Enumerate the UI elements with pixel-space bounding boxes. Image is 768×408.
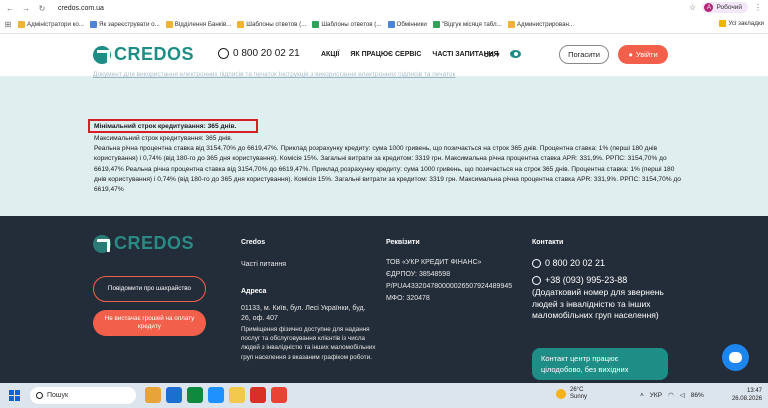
- chat-bubble-icon[interactable]: [722, 344, 749, 371]
- star-icon[interactable]: ☆: [688, 3, 696, 12]
- avatar: А: [704, 3, 714, 12]
- forward-icon[interactable]: →: [22, 4, 30, 13]
- system-tray: ˄ УКР ◠ ◁ 86%: [640, 391, 704, 400]
- terms-text: Максимальний строк кредитування: 365 дні…: [94, 134, 684, 195]
- weather-widget[interactable]: 26°C Sunny: [556, 387, 587, 401]
- menu-item-promotions[interactable]: АКЦІЇ: [321, 51, 339, 58]
- chevron-down-icon: ▾: [495, 52, 500, 59]
- bookmark-icon: [237, 21, 245, 28]
- terms-paragraph: Реальна річна процентна ставка від 3154,…: [94, 145, 681, 194]
- bookmark-item[interactable]: Шаблоны ответов (...: [312, 21, 382, 28]
- bookmark-item[interactable]: Адміністратори ко...: [18, 21, 84, 28]
- bookmark-icon: [432, 21, 440, 28]
- address-bar[interactable]: credos.com.ua: [58, 5, 104, 12]
- language-select[interactable]: UA ▾: [484, 51, 499, 59]
- folder-icon[interactable]: [229, 387, 245, 403]
- logo-icon: [93, 234, 111, 253]
- language-indicator[interactable]: УКР: [650, 392, 662, 399]
- contacts-title: Контакти: [532, 239, 564, 246]
- account-number: Р/РUA433204780000026507924489945: [386, 283, 513, 290]
- windows-start-icon[interactable]: [9, 390, 20, 401]
- sun-icon: [556, 389, 566, 399]
- volume-icon[interactable]: ◁: [680, 391, 685, 399]
- browser-toolbar: ← → ↻ credos.com.ua ☆ А Робочий ⋮: [0, 0, 768, 16]
- bookmark-icon: [90, 21, 98, 28]
- footer-col-requisites: Реквізити ТОВ «УКР КРЕДИТ ФІНАНС» ЄДРПОУ…: [386, 238, 521, 304]
- phone-icon: [532, 258, 541, 268]
- address-title: Адреса: [241, 288, 267, 295]
- edge-icon[interactable]: [187, 387, 203, 403]
- pay-button[interactable]: Погасити: [559, 45, 609, 64]
- bookmark-icon: [18, 21, 25, 28]
- taskbar-search[interactable]: Пошук: [30, 387, 136, 404]
- user-icon: ●: [628, 50, 633, 59]
- address-text: 01133, м. Київ, бул. Лесі Українки, буд.…: [241, 305, 366, 322]
- max-term-text: Максимальний строк кредитування: 365 дні…: [94, 135, 233, 142]
- document-links[interactable]: Документ для використання електронних пі…: [93, 71, 455, 78]
- whatsapp-icon: [532, 275, 541, 285]
- min-term-text: Мінімальний строк кредитування: 365 днів…: [94, 123, 237, 130]
- bookmark-item[interactable]: Відділення Банків...: [165, 21, 231, 28]
- reload-icon[interactable]: ↻: [38, 4, 46, 13]
- bookmark-item[interactable]: Як зареєструвати о...: [90, 21, 160, 28]
- edrpou: ЄДРПОУ: 38548598: [386, 271, 451, 278]
- bookmark-icon: [312, 21, 320, 28]
- site-logo[interactable]: CREDOS: [93, 44, 194, 65]
- not-enough-money-button[interactable]: Не вистачає грошей на оплату кредиту: [93, 310, 206, 336]
- faq-link[interactable]: Часті питання: [241, 260, 371, 270]
- address-note: Приміщення фізично доступне для надання …: [241, 326, 376, 361]
- bookmark-icon: [387, 21, 395, 28]
- bookmark-icon: [165, 21, 173, 28]
- support-badge: Контакт центр працює цілодобово, без вих…: [532, 348, 668, 380]
- footer-col-credos: Credos Часті питання Адреса 01133, м. Ки…: [241, 238, 376, 362]
- bookmark-icon: [507, 21, 515, 28]
- logo-icon: [93, 45, 111, 64]
- apps-grid-icon[interactable]: ⊞: [4, 20, 12, 29]
- all-bookmarks[interactable]: Усі закладки: [719, 20, 764, 27]
- task-view-icon[interactable]: [166, 387, 182, 403]
- contact-phone[interactable]: 0 800 20 02 21: [532, 257, 672, 269]
- profile-chip[interactable]: А Робочий: [702, 2, 748, 13]
- contact-note: (Додатковий номер для звернень людей з і…: [532, 287, 664, 320]
- phone-icon: [218, 48, 229, 59]
- bookmark-item[interactable]: "Відгук місяця табл...: [432, 21, 502, 28]
- site-header: CREDOS 0 800 20 02 21 АКЦІЇ ЯК ПРАЦЮЄ СЕ…: [0, 34, 768, 76]
- footer-col-title: Credos: [241, 239, 266, 246]
- report-fraud-button[interactable]: Повідомити про шахрайство: [93, 276, 206, 302]
- accessibility-eye-icon[interactable]: [510, 50, 521, 58]
- search-icon: [36, 392, 43, 399]
- footer-logo[interactable]: CREDOS: [93, 233, 194, 254]
- chrome-active-icon[interactable]: [271, 387, 287, 403]
- folder-icon: [719, 20, 727, 27]
- footer-col-contacts: Контакти 0 800 20 02 21 +38 (093) 995-23…: [532, 238, 672, 322]
- menu-dots-icon[interactable]: ⋮: [754, 3, 762, 12]
- windows-taskbar: Пошук 26°C Sunny ˄ УКР ◠ ◁ 86% 13:47 26.0…: [0, 383, 768, 408]
- file-explorer-icon[interactable]: [145, 387, 161, 403]
- back-icon[interactable]: ←: [6, 4, 14, 13]
- wifi-icon[interactable]: ◠: [668, 391, 674, 399]
- bookmark-item[interactable]: Шаблоны ответов (...: [237, 21, 306, 28]
- company-name: ТОВ «УКР КРЕДИТ ФІНАНС»: [386, 259, 482, 266]
- profile-label: Робочий: [716, 4, 742, 11]
- chrome-icon[interactable]: [250, 387, 266, 403]
- requisites-title: Реквізити: [386, 239, 420, 246]
- site-footer: CREDOS Повідомити про шахрайство Не вист…: [0, 216, 768, 383]
- store-icon[interactable]: [208, 387, 224, 403]
- taskbar-apps: [145, 387, 287, 403]
- header-phone[interactable]: 0 800 20 02 21: [218, 48, 300, 59]
- contact-mobile[interactable]: +38 (093) 995-23-88: [532, 274, 672, 286]
- battery-level[interactable]: 86%: [691, 392, 704, 399]
- bookmark-item[interactable]: Администрирован...: [507, 21, 574, 28]
- login-button[interactable]: ● Увійти: [618, 45, 668, 64]
- bookmarks-bar: ⊞ Адміністратори ко... Як зареєструвати …: [0, 16, 768, 34]
- main-menu: АКЦІЇ ЯК ПРАЦЮЄ СЕРВІС ЧАСТІ ЗАПИТАННЯ: [321, 51, 499, 58]
- bookmark-item[interactable]: Обмінники: [387, 21, 427, 28]
- clock[interactable]: 13:47 26.08.2026: [728, 387, 762, 403]
- mfo: МФО: 320478: [386, 295, 430, 302]
- menu-item-how-it-works[interactable]: ЯК ПРАЦЮЄ СЕРВІС: [350, 51, 421, 58]
- tray-chevron-icon[interactable]: ˄: [640, 392, 644, 399]
- loan-terms-section: Документ для використання електронних пі…: [0, 71, 768, 216]
